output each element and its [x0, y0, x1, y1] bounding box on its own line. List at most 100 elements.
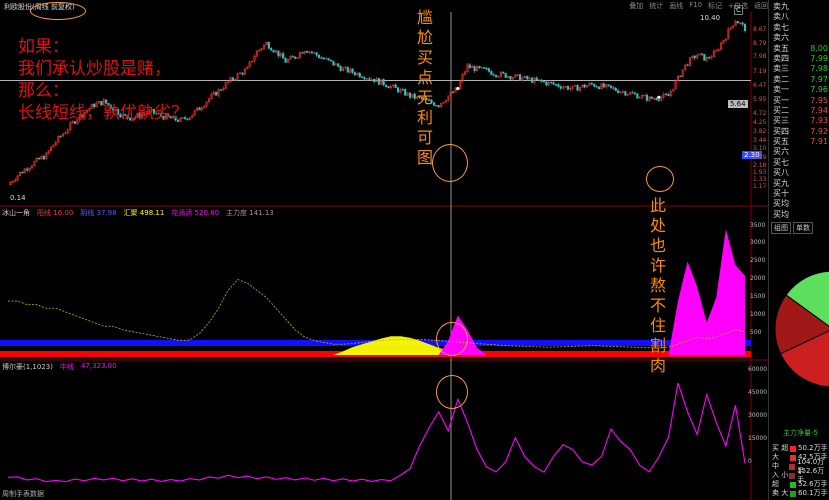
candle-body — [557, 84, 560, 87]
tab-chart[interactable]: 组图 — [771, 222, 791, 235]
chart-area[interactable]: 利欧股份(周线 前复权) 叠加 统计 画线 F10 标记 +自选 返回 2.30… — [0, 0, 768, 500]
indicator2-item-value: 47,323.00 — [80, 362, 117, 370]
candle-body — [485, 68, 488, 70]
indicator1-circle — [436, 322, 468, 356]
candle-body — [385, 84, 388, 87]
order-book-label: 卖九 — [773, 2, 789, 11]
candle-body — [370, 79, 373, 81]
order-book-row[interactable]: 卖四 7.99 — [769, 54, 829, 64]
flow-color-swatch — [790, 454, 796, 461]
order-book-row[interactable]: 卖二 7.97 — [769, 75, 829, 85]
order-book-row[interactable]: 买一 7.95 — [769, 96, 829, 106]
candle-body — [664, 93, 668, 96]
buy-point-circle — [432, 144, 468, 182]
ind1-axis-label: 3000 — [750, 239, 766, 246]
order-book-label: 买均 — [773, 209, 789, 219]
order-book-row[interactable]: 买三 7.93 — [769, 116, 829, 126]
candle-body — [545, 81, 548, 86]
order-book-row[interactable]: 买八 — [769, 168, 829, 178]
candle-body — [597, 86, 601, 90]
candle-body — [368, 78, 371, 80]
candle-body — [614, 87, 617, 91]
indicator2-circle — [436, 375, 468, 409]
candle-body — [339, 66, 342, 71]
legend-item: 阴线 37.98 — [80, 209, 117, 217]
ind1-axis-label: 500 — [750, 329, 762, 336]
flow-value: 60.1万手 — [798, 489, 828, 498]
candle-body — [609, 85, 613, 88]
order-book-label: 卖六 — [773, 33, 789, 43]
order-book-price: 7.93 — [810, 116, 828, 126]
candle-body — [437, 105, 440, 108]
high-label: 10.40 — [700, 14, 721, 22]
order-book-label: 卖四 — [773, 53, 789, 63]
candle-body — [198, 107, 201, 111]
candle-body — [241, 72, 244, 75]
candle-body — [322, 57, 325, 60]
area-huadidi — [8, 229, 745, 355]
price-axis-label: 1.33 — [753, 176, 767, 183]
order-book-row[interactable]: 买七 — [769, 158, 829, 168]
order-book-label: 买九 — [773, 178, 789, 188]
order-book-row[interactable]: 买均 — [769, 199, 829, 209]
price-axis-label: 7.98 — [753, 53, 767, 60]
candle-body — [346, 66, 349, 73]
indicator1-legend: 冰山一角 阳线 16.00 阴线 37.98 汇聚 498.11 花滴滴 520… — [2, 208, 274, 218]
candle-body — [270, 48, 273, 51]
candle-body — [655, 98, 658, 101]
order-book-row[interactable]: 卖六 — [769, 33, 829, 43]
candle-body — [741, 22, 744, 25]
order-book-sidebar: 卖九 卖八 卖七 卖六 卖五 8.00 卖四 7.99 卖三 7.98 卖二 7.97 卖一 7.96 买一… — [768, 0, 829, 500]
legend-item: 阳线 16.00 — [37, 209, 74, 217]
candle-body — [387, 86, 390, 89]
order-book-row[interactable]: 卖八 — [769, 12, 829, 22]
candle-body — [231, 77, 234, 80]
candle-body — [59, 135, 62, 138]
indicator2-legend: 博尔豪(1,1023) 中线 47,323.00 — [2, 362, 117, 372]
tab-count[interactable]: 单数 — [793, 222, 813, 235]
flow-row: 超 52.6万手 — [769, 480, 829, 489]
order-book-row[interactable]: 卖七 — [769, 23, 829, 33]
candle-body — [535, 77, 538, 81]
price-axis: 8.67 8.79 7.98 7.19 6.47 5.95 4.72 4.25 … — [753, 26, 768, 190]
price-axis-label: 3.10 — [753, 145, 767, 152]
key-point — [456, 87, 460, 91]
order-book-row[interactable]: 买均 — [769, 210, 829, 220]
candle-body — [363, 77, 366, 80]
order-book-row[interactable]: 买六 — [769, 147, 829, 157]
line-zhongxian — [7, 382, 746, 483]
candle-body — [358, 72, 361, 78]
order-book-label: 卖七 — [773, 22, 789, 32]
order-book-row[interactable]: 买九 — [769, 179, 829, 189]
candle-body — [332, 60, 335, 66]
order-book-row[interactable]: 卖五 8.00 — [769, 44, 829, 54]
order-book-row[interactable]: 卖一 7.96 — [769, 85, 829, 95]
ind2-axis-label: 0 — [748, 458, 752, 465]
marker-label: 5.64 — [728, 100, 748, 108]
order-book-row[interactable]: 买四 7.92 — [769, 127, 829, 137]
indicator2-item-label: 中线 — [59, 363, 74, 371]
candle-body — [590, 83, 593, 85]
flow-label: 卖 大 — [772, 489, 789, 498]
c-icon[interactable]: C — [734, 5, 743, 15]
candle-body — [490, 71, 493, 75]
price-axis-label: 7.19 — [753, 68, 767, 75]
price-axis-label: 2.18 — [753, 162, 767, 169]
flow-color-swatch — [790, 445, 796, 452]
ind1-axis-label: 1500 — [750, 293, 766, 300]
price-axis-label: 6.47 — [753, 82, 767, 89]
order-book-row[interactable]: 买五 7.91 — [769, 137, 829, 147]
ind1-axis-label: 2000 — [750, 275, 766, 282]
order-book-row[interactable]: 卖三 7.98 — [769, 64, 829, 74]
order-book-row[interactable]: 卖九 — [769, 2, 829, 12]
candle-body — [657, 99, 660, 101]
order-book-label: 买一 — [773, 95, 789, 105]
candle-body — [502, 71, 505, 74]
key-point — [657, 95, 661, 99]
legend-item: 主力度 141.13 — [226, 209, 274, 217]
order-book-row[interactable]: 买十 — [769, 189, 829, 199]
candle-body — [703, 54, 706, 61]
candle-body — [645, 94, 648, 101]
order-book-row[interactable]: 买二 7.94 — [769, 106, 829, 116]
annotation-note: 如果： 我们承认炒股是赌， 那么： 长线短线，孰优孰劣？ — [18, 36, 188, 124]
